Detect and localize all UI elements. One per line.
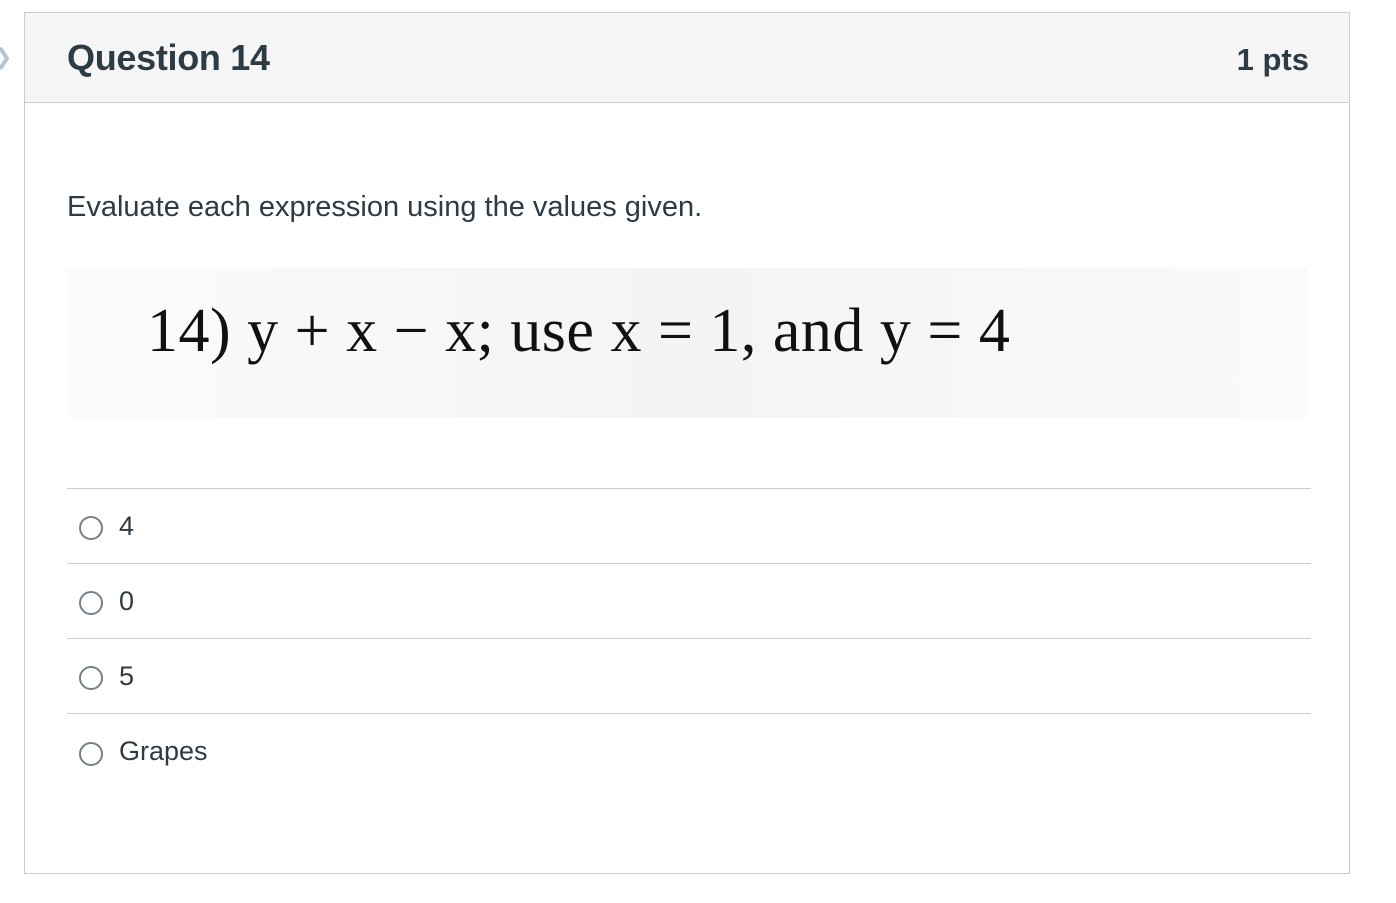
radio-unselected-icon[interactable] xyxy=(79,516,103,540)
question-card: Question 14 1 pts Evaluate each expressi… xyxy=(24,12,1350,874)
radio-unselected-icon[interactable] xyxy=(79,666,103,690)
answer-label: Grapes xyxy=(119,736,208,766)
question-title: Question 14 xyxy=(67,36,270,78)
answer-option[interactable]: Grapes xyxy=(67,714,1311,789)
question-prompt: Evaluate each expression using the value… xyxy=(67,191,703,223)
answer-option[interactable]: 5 xyxy=(67,639,1311,714)
question-body: Evaluate each expression using the value… xyxy=(25,191,1349,789)
answer-label: 5 xyxy=(119,660,135,691)
question-header: Question 14 1 pts xyxy=(25,13,1349,103)
answer-option[interactable]: 0 xyxy=(67,564,1311,639)
radio-unselected-icon[interactable] xyxy=(79,741,103,766)
answer-option[interactable]: 4 xyxy=(67,489,1311,564)
problem-image: 14) y + x − x; use x = 1, and y = 4 xyxy=(67,268,1307,418)
radio-unselected-icon[interactable] xyxy=(79,591,103,615)
problem-image-text: 14) y + x − x; use x = 1, and y = 4 xyxy=(147,297,1011,365)
answer-label: 4 xyxy=(119,510,135,541)
answer-list: 4 0 5 Grapes xyxy=(67,488,1311,789)
chevron-right-icon[interactable]: ❯ xyxy=(0,44,12,70)
answer-label: 0 xyxy=(119,585,135,616)
question-points: 1 pts xyxy=(1236,41,1309,77)
